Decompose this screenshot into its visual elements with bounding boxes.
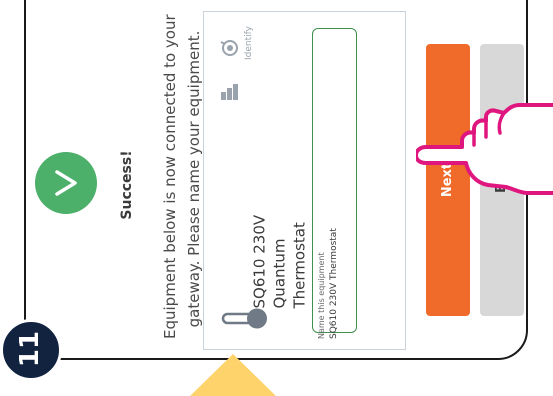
equipment-name-line-1: SQ610 230V	[250, 214, 269, 309]
equipment-name-line-3: Thermostat	[290, 222, 309, 309]
pointer-triangle-icon	[190, 354, 276, 396]
success-title: Success!	[119, 150, 135, 220]
identify-label[interactable]: Identify	[243, 18, 255, 68]
description-line-2: gateway. Please name your equipment.	[185, 30, 203, 328]
identify-icon[interactable]	[218, 36, 242, 58]
screen-stage: Success! Equipment below is now connecte…	[0, 0, 553, 396]
success-check-icon	[35, 152, 97, 214]
name-field-value[interactable]: SQ610 230V Thermostat	[327, 219, 341, 339]
description-line-1: Equipment below is now connected to your	[161, 14, 179, 339]
step-number: 11	[15, 330, 45, 368]
pointing-hand-icon	[416, 103, 553, 195]
signal-strength-icon	[221, 84, 238, 100]
equipment-name-line-2: Quantum	[270, 238, 289, 309]
